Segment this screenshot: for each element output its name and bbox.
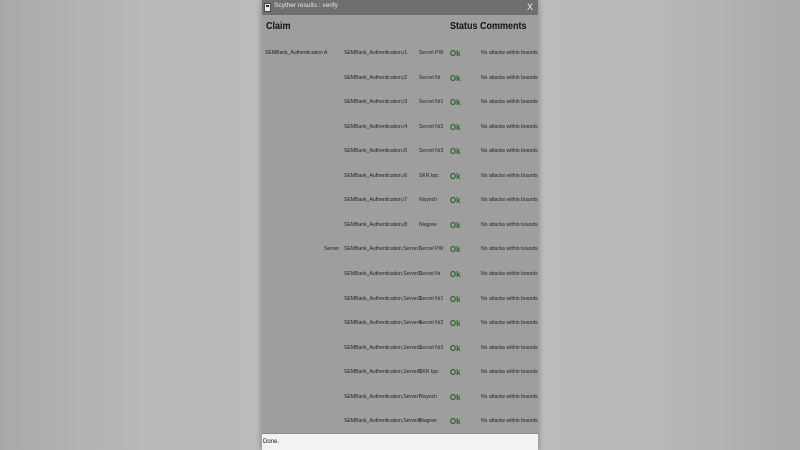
row-comment: No attacks within bounds. <box>481 418 538 425</box>
row-status-ok: Ok <box>450 97 461 108</box>
row-claim-type: Nisynch <box>419 197 438 204</box>
row-claim-type: SKR kpc <box>419 369 439 376</box>
row-claim-id: SEMBank_Authentication,i5 <box>344 148 408 155</box>
row-status-ok: Ok <box>450 195 461 206</box>
scyther-app-icon <box>264 3 271 12</box>
row-status-ok: Ok <box>450 244 461 255</box>
row-claim-type: Secret Nr2 <box>419 320 444 327</box>
status-bar-text: Done. <box>263 439 280 445</box>
row-claim-type: Secret Nr3 <box>419 148 444 155</box>
row-claim-id: SEMBank_Authentication,i4 <box>344 123 408 130</box>
row-status-ok: Ok <box>450 318 461 329</box>
row-claim-type: Secret PW <box>419 50 444 56</box>
row-comment: No attacks within bounds. <box>481 99 538 106</box>
row-claim-id: SEMBank_Authentication,i6 <box>344 172 408 179</box>
row-claim-id: SEMBank_Authentication,Server4 <box>344 320 422 327</box>
row-claim-type: Niagree <box>419 418 437 425</box>
row-claim-id: SEMBank_Authentication,Server3 <box>344 295 422 302</box>
row-claim-id: SEMBank_Authentication,i1 <box>344 50 408 56</box>
row-role: Server <box>324 246 340 253</box>
row-claim-id: SEMBank_Authentication,Server2 <box>344 270 422 277</box>
row-claim-id: SEMBank_Authentication,Server6 <box>344 369 422 376</box>
row-comment: No attacks within bounds. <box>481 172 538 179</box>
row-comment: No attacks within bounds. <box>481 369 538 376</box>
status-bar: Done. <box>262 433 538 450</box>
row-comment: No attacks within bounds. <box>481 197 538 204</box>
window-titlebar[interactable]: Scyther results : verify X <box>262 0 538 15</box>
row-status-ok: Ok <box>450 146 461 157</box>
row-status-ok: Ok <box>450 219 461 230</box>
row-role: A <box>324 50 328 56</box>
row-claim-type: Secret Nr1 <box>419 99 444 106</box>
row-comment: No attacks within bounds. <box>481 393 538 400</box>
row-status-ok: Ok <box>450 121 461 132</box>
row-claim-id: SEMBank_Authentication,i7 <box>344 197 408 204</box>
row-status-ok: Ok <box>450 342 461 353</box>
row-claim-id: SEMBank_Authentication,Server8 <box>344 418 422 425</box>
column-header-claim: Claim <box>266 21 291 32</box>
row-claim-type: Secret Nr <box>419 74 441 81</box>
row-claim-id: SEMBank_Authentication,Server7 <box>344 393 422 400</box>
row-comment: No attacks within bounds. <box>481 148 538 155</box>
row-status-ok: Ok <box>450 367 461 378</box>
row-comment: No attacks within bounds. <box>481 221 538 228</box>
row-comment: No attacks within bounds. <box>481 344 538 351</box>
row-claim-id: SEMBank_Authentication,i2 <box>344 74 408 81</box>
row-claim-type: Secret Nr2 <box>419 123 444 130</box>
row-comment: No attacks within bounds. <box>481 320 538 327</box>
row-claim-type: Secret Nr3 <box>419 344 444 351</box>
row-comment: No attacks within bounds. <box>481 246 538 253</box>
row-claim-type: Niagree <box>419 221 437 228</box>
row-comment: No attacks within bounds. <box>481 270 538 277</box>
row-claim-id: SEMBank_Authentication,i8 <box>344 221 408 228</box>
row-status-ok: Ok <box>450 391 461 402</box>
column-header-status: Status <box>450 21 478 32</box>
close-button[interactable]: X <box>522 0 538 15</box>
results-table: Claim Status Comments SEMBank_Authentica… <box>262 15 538 433</box>
row-comment: No attacks within bounds. <box>481 123 538 130</box>
row-status-ok: Ok <box>450 268 461 279</box>
row-claim-type: Secret Nr <box>419 270 441 277</box>
row-status-ok: Ok <box>450 416 461 427</box>
row-comment: No attacks within bounds. <box>481 50 538 56</box>
row-status-ok: Ok <box>450 48 461 58</box>
row-comment: No attacks within bounds. <box>481 295 538 302</box>
row-claim-type: SKR kpc <box>419 172 439 179</box>
column-header-comments: Comments <box>480 21 527 32</box>
scyther-results-window: Scyther results : verify X Claim Status … <box>262 0 538 450</box>
row-status-ok: Ok <box>450 170 461 181</box>
row-claim-id: SEMBank_Authentication,Server1 <box>344 246 422 253</box>
row-claim-type: Secret Nr1 <box>419 295 444 302</box>
window-title: Scyther results : verify <box>274 2 338 9</box>
row-claim-id: SEMBank_Authentication,i3 <box>344 99 408 106</box>
row-status-ok: Ok <box>450 72 461 83</box>
row-claim-id: SEMBank_Authentication,Server5 <box>344 344 422 351</box>
row-claim-type: Nisynch <box>419 393 438 400</box>
row-claim-type: Secret PW <box>419 246 444 253</box>
protocol-name: SEMBank_Authentication <box>265 50 323 56</box>
row-status-ok: Ok <box>450 293 461 304</box>
row-comment: No attacks within bounds. <box>481 74 538 81</box>
